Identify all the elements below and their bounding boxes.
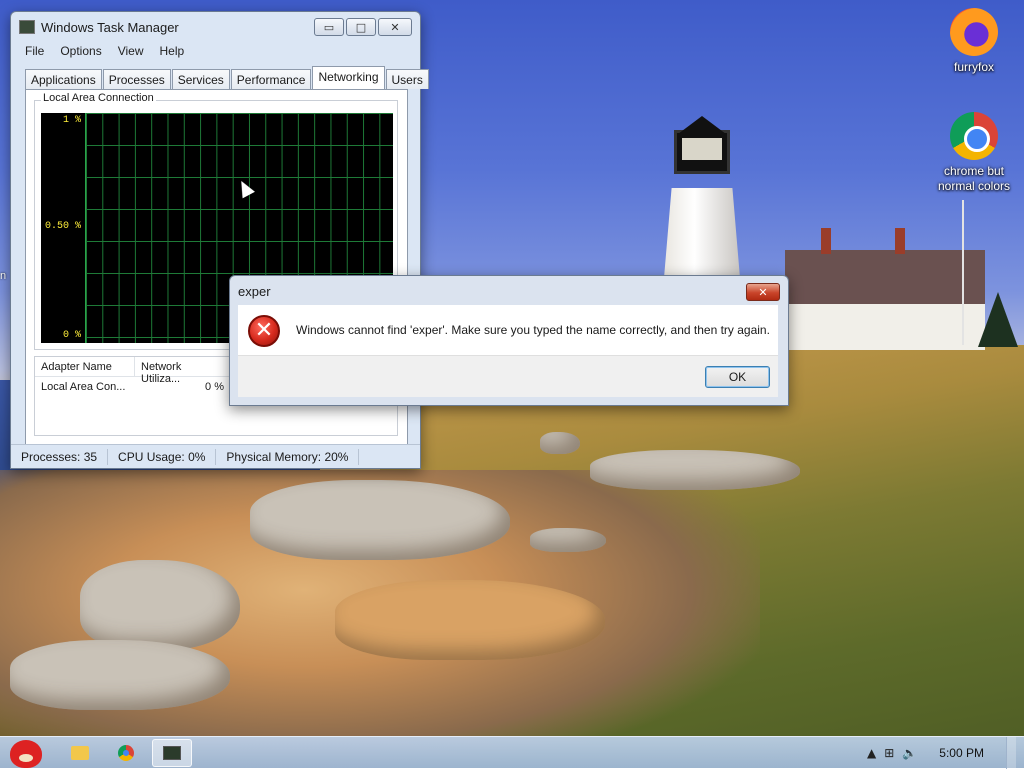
tab-networking[interactable]: Networking [312,66,385,89]
taskbar-task-manager-button[interactable] [152,739,192,767]
utilization-cell: 0 % [205,381,224,393]
chrome-icon [950,112,998,160]
wallpaper-rock [530,528,606,552]
desktop-icon-label: chrome but normal colors [937,164,1011,193]
desktop-icon-label: furryfox [953,60,994,74]
tab-performance[interactable]: Performance [230,69,312,89]
taskbar-chrome-button[interactable] [106,739,146,767]
status-bar: Processes: 35 CPU Usage: 0% Physical Mem… [11,444,420,468]
axis-label-bottom: 0 % [62,330,81,341]
taskbar-explorer-button[interactable] [60,739,100,767]
show-hidden-icons-icon[interactable]: ▲ [867,746,876,760]
close-button[interactable]: ✕ [378,18,412,36]
tab-strip: Applications Processes Services Performa… [25,66,429,89]
minimize-button[interactable]: ▭ [314,18,344,36]
chrome-icon [118,745,134,761]
axis-label-top: 1 % [62,115,81,126]
menu-options[interactable]: Options [52,42,109,62]
task-manager-titlebar[interactable]: Windows Task Manager ▭ □ ✕ [11,12,420,42]
tab-processes[interactable]: Processes [102,69,171,89]
menu-bar: File Options View Help [11,42,420,62]
wallpaper-rock [540,432,580,454]
start-button[interactable] [4,738,48,768]
dialog-footer: OK [238,355,778,397]
taskbar: ▲ ⊞ 🔈 5:00 PM [0,736,1024,769]
tab-services[interactable]: Services [171,69,230,89]
error-icon: ✕ [248,315,280,347]
clock[interactable]: 5:00 PM [939,746,984,760]
wallpaper-rock [590,450,800,490]
folder-icon [71,746,89,760]
wallpaper-house [785,228,985,350]
wallpaper-pole [962,200,964,345]
tab-applications[interactable]: Applications [25,69,102,89]
network-icon[interactable]: ⊞ [884,746,894,760]
menu-help[interactable]: Help [152,42,193,62]
error-dialog[interactable]: exper ✕ ✕ Windows cannot find 'exper'. M… [229,275,789,406]
show-desktop-button[interactable] [1006,737,1016,769]
firefox-icon [950,8,998,56]
desktop-icon-chrome[interactable]: chrome but normal colors [926,112,1022,194]
menu-file[interactable]: File [17,42,52,62]
dialog-title: exper [238,283,271,299]
dialog-body: ✕ Windows cannot find 'exper'. Make sure… [238,305,778,397]
column-header-adapter-name[interactable]: Adapter Name [35,357,135,376]
ok-button[interactable]: OK [705,366,770,388]
error-message: Windows cannot find 'exper'. Make sure y… [296,323,770,337]
adapter-name-cell: Local Area Con... [41,381,126,393]
wallpaper-rock [80,560,240,650]
wallpaper-rock [250,480,510,560]
system-tray: ▲ ⊞ 🔈 5:00 PM [867,737,1024,769]
desktop-icon-furryfox[interactable]: furryfox [926,8,1022,75]
desktop-icon-label-fragment: n [0,270,7,282]
menu-view[interactable]: View [110,42,152,62]
tab-users[interactable]: Users [385,69,429,89]
task-manager-icon [19,20,35,34]
task-manager-icon [163,746,181,760]
wallpaper-lighthouse [662,108,742,278]
graph-axis: 1 % 0.50 % 0 % [41,113,85,343]
status-memory: Physical Memory: 20% [216,448,360,465]
axis-label-mid: 0.50 % [44,221,81,232]
wallpaper-rock [10,640,230,710]
wallpaper-rock [335,580,605,660]
connection-label: Local Area Connection [41,92,156,104]
start-orb-icon [10,740,42,768]
dialog-close-button[interactable]: ✕ [746,283,780,301]
status-processes: Processes: 35 [11,448,109,465]
column-header-network-utilization[interactable]: Network Utiliza... [135,357,230,385]
volume-icon[interactable]: 🔈 [902,746,917,760]
maximize-button[interactable]: □ [346,18,376,36]
status-cpu: CPU Usage: 0% [108,448,217,465]
window-title: Windows Task Manager [41,19,179,35]
dialog-titlebar[interactable]: exper ✕ [230,276,788,306]
